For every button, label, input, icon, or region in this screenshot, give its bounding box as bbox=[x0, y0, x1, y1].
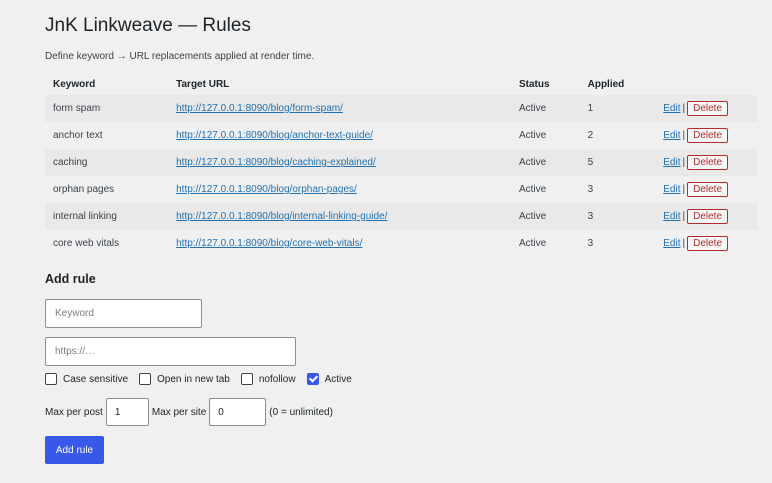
delete-button[interactable]: Delete bbox=[687, 209, 728, 224]
target-url-link[interactable]: http://127.0.0.1:8090/blog/orphan-pages/ bbox=[176, 184, 357, 195]
rules-table: Keyword Target URL Status Applied form s… bbox=[45, 73, 757, 257]
table-row: orphan pages http://127.0.0.1:8090/blog/o… bbox=[45, 176, 757, 203]
rule-keyword: core web vitals bbox=[53, 238, 120, 249]
max-per-site-input[interactable] bbox=[209, 398, 267, 426]
rule-applied-count: 3 bbox=[587, 238, 594, 249]
action-separator: | bbox=[682, 211, 686, 222]
rule-keyword: orphan pages bbox=[53, 184, 115, 195]
rule-status: Active bbox=[510, 203, 580, 230]
rule-actions: Edit | Delete bbox=[655, 122, 757, 149]
url-input[interactable] bbox=[45, 337, 296, 366]
edit-link[interactable]: Edit bbox=[663, 238, 680, 249]
rule-target-url: http://127.0.0.1:8090/blog/internal-link… bbox=[168, 203, 511, 230]
edit-link[interactable]: Edit bbox=[663, 184, 680, 195]
rule-status: Active bbox=[518, 130, 547, 141]
action-separator: | bbox=[682, 184, 686, 195]
target-url-link[interactable]: http://127.0.0.1:8090/blog/caching-expla… bbox=[176, 157, 376, 168]
rule-applied-count: 3 bbox=[579, 203, 656, 230]
checkbox-option[interactable]: Active bbox=[306, 373, 352, 385]
rule-target-url: http://127.0.0.1:8090/blog/anchor-text-g… bbox=[168, 122, 511, 149]
rule-applied-count: 5 bbox=[579, 149, 656, 176]
header-status: Status bbox=[518, 78, 550, 90]
delete-button[interactable]: Delete bbox=[687, 236, 728, 251]
rule-actions: Edit | Delete bbox=[655, 203, 757, 230]
checkbox-label: Case sensitive bbox=[63, 373, 129, 385]
action-separator: | bbox=[682, 103, 686, 114]
checkbox-label: nofollow bbox=[258, 373, 296, 385]
checkbox-label: Active bbox=[324, 373, 352, 385]
add-rule-heading: Add rule bbox=[45, 272, 96, 286]
max-per-post-input[interactable] bbox=[105, 398, 149, 426]
page-description: Define keyword → URL replacements applie… bbox=[45, 51, 315, 62]
target-url-link[interactable]: http://127.0.0.1:8090/blog/form-spam/ bbox=[176, 103, 343, 114]
rule-keyword: form spam bbox=[45, 95, 169, 122]
table-header-row: Keyword Target URL Status Applied bbox=[45, 73, 757, 95]
rule-status: Active bbox=[518, 184, 547, 195]
rule-actions: Edit | Delete bbox=[655, 230, 757, 257]
target-url-link[interactable]: http://127.0.0.1:8090/blog/internal-link… bbox=[176, 211, 387, 222]
action-separator: | bbox=[682, 238, 686, 249]
max-per-site-label: Max per site bbox=[151, 406, 207, 418]
table-row: form spam http://127.0.0.1:8090/blog/form… bbox=[45, 95, 757, 122]
edit-link[interactable]: Edit bbox=[663, 130, 680, 141]
table-row: caching http://127.0.0.1:8090/blog/cachin… bbox=[45, 149, 757, 176]
rule-applied-count: 1 bbox=[579, 95, 656, 122]
action-separator: | bbox=[682, 130, 686, 141]
unlimited-hint: (0 = unlimited) bbox=[269, 406, 333, 418]
table-row: core web vitals http://127.0.0.1:8090/blo… bbox=[45, 230, 757, 257]
checkbox-unchecked-icon[interactable] bbox=[240, 373, 253, 385]
target-url-link[interactable]: http://127.0.0.1:8090/blog/anchor-text-g… bbox=[176, 130, 373, 141]
checkbox-label: Open in new tab bbox=[157, 373, 230, 385]
rule-actions: Edit | Delete bbox=[655, 149, 757, 176]
edit-link[interactable]: Edit bbox=[663, 157, 680, 168]
rule-target-url: http://127.0.0.1:8090/blog/caching-expla… bbox=[168, 149, 511, 176]
header-target-url: Target URL bbox=[176, 78, 230, 90]
max-per-post-label: Max per post bbox=[45, 406, 103, 418]
action-separator: | bbox=[682, 157, 686, 168]
rule-applied-count: 3 bbox=[587, 184, 594, 195]
checkbox-option[interactable]: Case sensitive bbox=[45, 373, 128, 385]
rule-keyword: caching bbox=[45, 149, 169, 176]
checkbox-option[interactable]: Open in new tab bbox=[139, 373, 230, 385]
add-rule-button[interactable]: Add rule bbox=[45, 436, 104, 464]
rule-actions: Edit | Delete bbox=[655, 176, 757, 203]
target-url-link[interactable]: http://127.0.0.1:8090/blog/core-web-vita… bbox=[176, 238, 362, 249]
checkbox-unchecked-icon[interactable] bbox=[45, 373, 57, 385]
rule-keyword: internal linking bbox=[45, 203, 169, 230]
rule-target-url: http://127.0.0.1:8090/blog/core-web-vita… bbox=[168, 230, 511, 257]
rule-applied-count: 2 bbox=[587, 130, 594, 141]
delete-button[interactable]: Delete bbox=[687, 155, 728, 170]
edit-link[interactable]: Edit bbox=[663, 103, 680, 114]
table-row: internal linking http://127.0.0.1:8090/bl… bbox=[45, 203, 757, 230]
checkbox-unchecked-icon[interactable] bbox=[139, 373, 152, 385]
rule-status: Active bbox=[510, 95, 580, 122]
page-title: JnK Linkweave — Rules bbox=[45, 15, 251, 36]
limits-row: Max per post Max per site (0 = unlimited… bbox=[45, 398, 333, 426]
delete-button[interactable]: Delete bbox=[687, 101, 728, 116]
rule-status: Active bbox=[518, 238, 547, 249]
header-actions bbox=[655, 73, 757, 95]
rule-status: Active bbox=[510, 149, 580, 176]
checkbox-checked-icon[interactable] bbox=[306, 373, 319, 385]
rule-options: Case sensitive Open in new tab nofollow Act… bbox=[45, 373, 363, 385]
checkbox-option[interactable]: nofollow bbox=[240, 373, 296, 385]
rule-target-url: http://127.0.0.1:8090/blog/orphan-pages/ bbox=[168, 176, 511, 203]
header-applied: Applied bbox=[587, 78, 625, 90]
edit-link[interactable]: Edit bbox=[663, 211, 680, 222]
rule-keyword: anchor text bbox=[53, 130, 103, 141]
delete-button[interactable]: Delete bbox=[687, 128, 728, 143]
table-row: anchor text http://127.0.0.1:8090/blog/an… bbox=[45, 122, 757, 149]
rule-target-url: http://127.0.0.1:8090/blog/form-spam/ bbox=[168, 95, 511, 122]
rule-actions: Edit | Delete bbox=[655, 95, 757, 122]
keyword-input[interactable] bbox=[45, 299, 202, 328]
header-keyword: Keyword bbox=[53, 78, 96, 90]
delete-button[interactable]: Delete bbox=[687, 182, 728, 197]
